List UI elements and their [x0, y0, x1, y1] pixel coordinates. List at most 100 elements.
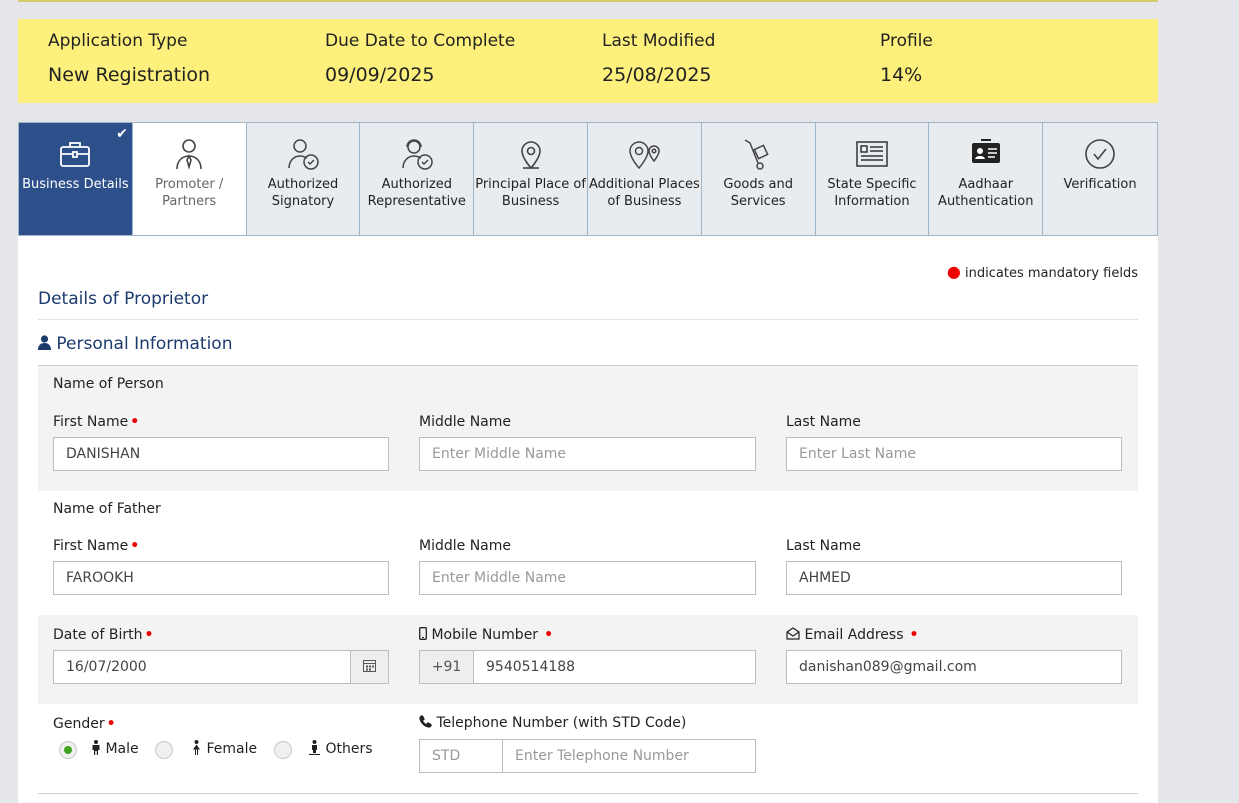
required-marker: • [144, 627, 154, 643]
mobile-label: Mobile Number • [419, 627, 553, 643]
country-code-addon: +91 [419, 650, 474, 684]
location-pin-icon [520, 141, 541, 170]
person-last-name-input[interactable]: Enter Last Name [786, 437, 1122, 471]
user-icon [38, 335, 51, 350]
divider [38, 319, 1138, 320]
form-panel: ● indicates mandatory fields Details of … [18, 236, 1158, 803]
last-modified-label: Last Modified [602, 31, 716, 51]
application-summary-bar: Application Type New Registration Due Da… [18, 19, 1158, 103]
person-check-icon [288, 139, 319, 170]
option-text: Female [206, 741, 258, 757]
tab-label: Goods and Services [723, 177, 793, 209]
envelope-open-icon [786, 627, 800, 640]
gender-female-radio[interactable] [155, 741, 173, 759]
father-group-label: Name of Father [53, 501, 161, 517]
tab-state-specific[interactable]: State Specific Information [816, 123, 930, 235]
tab-label: Promoter / Partners [155, 177, 224, 209]
tab-label: Business Details [22, 177, 129, 192]
tab-authorized-signatory[interactable]: Authorized Signatory [247, 123, 361, 235]
mandatory-note-text: indicates mandatory fields [965, 266, 1138, 281]
last-modified: Last Modified 25/08/2025 [602, 31, 715, 86]
due-date-label: Due Date to Complete [325, 31, 516, 51]
due-date: Due Date to Complete 09/09/2025 [325, 31, 515, 86]
label-text: First Name [53, 414, 129, 430]
dob-label: Date of Birth • [53, 627, 153, 643]
label-text: Email Address [804, 627, 904, 643]
briefcase-icon [60, 142, 91, 167]
option-text: Others [325, 741, 373, 757]
gender-male-option[interactable]: Male [91, 740, 139, 757]
person-tie-icon [176, 139, 202, 170]
father-first-name-label: First Name • [53, 538, 139, 554]
mobile-input[interactable]: 9540514188 [473, 650, 756, 684]
tab-label: Additional Places of Business [589, 177, 700, 209]
father-first-name-input[interactable]: FAROOKH [53, 561, 389, 595]
gender-male-radio[interactable] [59, 741, 77, 759]
calendar-button[interactable] [350, 650, 389, 684]
option-text: Male [105, 741, 139, 757]
multi-location-icon [629, 141, 661, 170]
info-card-icon [856, 141, 888, 167]
person-headset-check-icon [402, 139, 433, 170]
person-group-label: Name of Person [53, 376, 164, 392]
tab-aadhaar-authentication[interactable]: Aadhaar Authentication [929, 123, 1044, 235]
required-marker: • [544, 627, 554, 643]
last-modified-value: 25/08/2025 [602, 64, 712, 86]
tab-promoter-partners[interactable]: Promoter / Partners [132, 123, 247, 235]
email-label: Email Address • [786, 627, 918, 643]
phone-icon [419, 715, 432, 728]
label-text: Gender [53, 716, 105, 732]
gender-others-radio[interactable] [274, 741, 292, 759]
gender-female-option[interactable]: Female [191, 740, 257, 757]
hand-truck-icon [744, 139, 769, 170]
father-middle-name-input[interactable]: Enter Middle Name [419, 561, 756, 595]
tab-additional-places[interactable]: Additional Places of Business [588, 123, 702, 235]
person-middle-name-input[interactable]: Enter Middle Name [419, 437, 756, 471]
divider [38, 793, 1138, 794]
person-first-name-input[interactable]: DANISHAN [53, 437, 389, 471]
tab-principal-place[interactable]: Principal Place of Business [474, 123, 588, 235]
required-marker: • [106, 716, 116, 732]
telephone-label: Telephone Number (with STD Code) [419, 715, 686, 731]
tab-label: Aadhaar Authentication [938, 177, 1034, 209]
mobile-phone-icon [419, 627, 427, 640]
tab-label: Authorized Signatory [267, 177, 339, 209]
gender-label: Gender • [53, 716, 116, 732]
personal-info-title: Personal Information [56, 334, 233, 354]
application-type-label: Application Type [48, 31, 188, 51]
required-dot-icon: ● [946, 262, 961, 281]
profile-label: Profile [880, 31, 933, 51]
person-first-name-label: First Name • [53, 414, 139, 430]
section-title: Details of Proprietor [38, 289, 209, 309]
label-text: First Name [53, 538, 129, 554]
tab-label: Principal Place of Business [475, 177, 586, 209]
tab-goods-services[interactable]: Goods and Services [702, 123, 816, 235]
required-marker: • [130, 538, 140, 554]
father-last-name-label: Last Name [786, 538, 861, 554]
profile-progress: Profile 14% [880, 31, 933, 86]
telephone-number-input[interactable]: Enter Telephone Number [502, 739, 756, 773]
person-last-name-label: Last Name [786, 414, 861, 430]
completed-check-icon: ✔ [116, 126, 128, 142]
person-name-block [38, 366, 1138, 491]
tab-authorized-representative[interactable]: Authorized Representative [360, 123, 475, 235]
label-text: Mobile Number [431, 627, 539, 643]
dob-input[interactable]: 16/07/2000 [53, 650, 352, 684]
required-marker: • [909, 627, 919, 643]
check-circle-icon [1085, 139, 1115, 169]
tab-verification[interactable]: Verification [1043, 123, 1157, 235]
application-type-value: New Registration [48, 64, 211, 86]
father-last-name-input[interactable]: AHMED [786, 561, 1122, 595]
gender-others-option[interactable]: Others [308, 740, 373, 757]
tab-business-details[interactable]: ✔ Business Details [19, 123, 133, 235]
due-date-value: 09/09/2025 [325, 64, 435, 86]
female-icon [193, 740, 200, 755]
top-divider [18, 0, 1158, 2]
std-code-input[interactable]: STD [419, 739, 503, 773]
father-middle-name-label: Middle Name [419, 538, 511, 554]
person-middle-name-label: Middle Name [419, 414, 511, 430]
required-marker: • [130, 414, 140, 430]
label-text: Date of Birth [53, 627, 143, 643]
tab-label: Authorized Representative [367, 177, 466, 209]
email-input[interactable]: danishan089@gmail.com [786, 650, 1122, 684]
